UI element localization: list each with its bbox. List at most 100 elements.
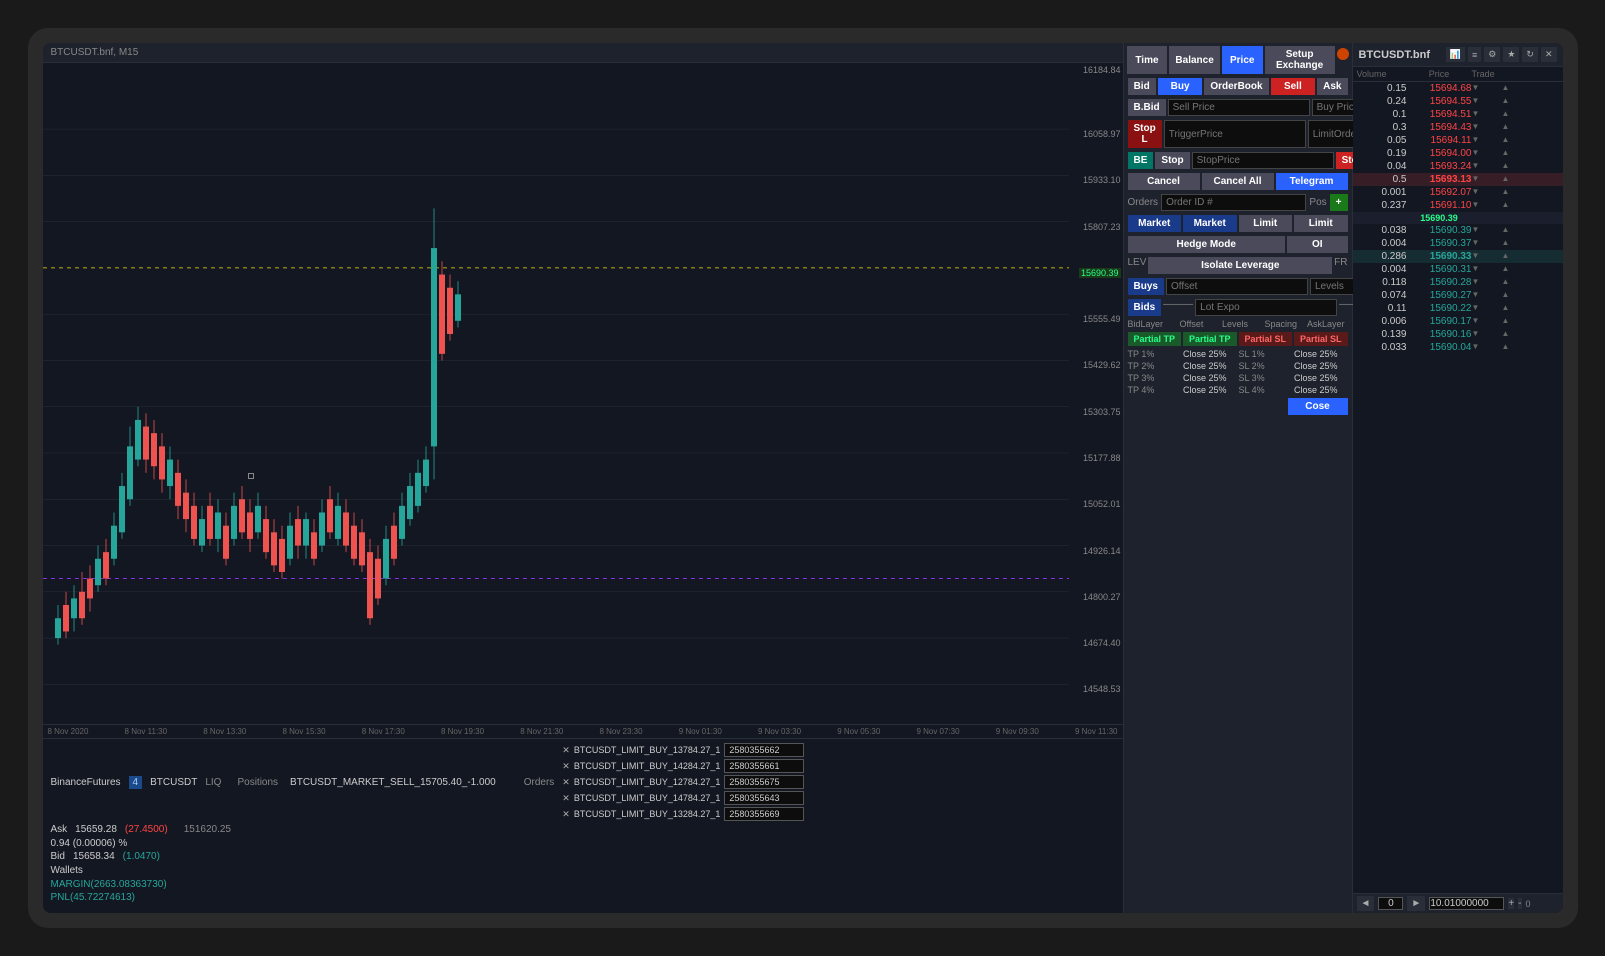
balance-button[interactable]: Balance <box>1169 46 1219 74</box>
ask-row-3[interactable]: 0.3 15694.43 ▼ ▲ <box>1353 121 1563 134</box>
bid-row-6[interactable]: 0.11 15690.22 ▼ ▲ <box>1353 302 1563 315</box>
telegram-button[interactable]: Telegram <box>1276 173 1348 190</box>
ask-row-5[interactable]: 0.19 15694.00 ▼ ▲ <box>1353 147 1563 160</box>
minus-btn[interactable]: - <box>1518 898 1521 909</box>
limit-button-1[interactable]: Limit <box>1239 215 1293 232</box>
order-cancel-3[interactable]: ✕ <box>562 793 570 804</box>
order-cancel-0[interactable]: ✕ <box>562 745 570 756</box>
market-button-1[interactable]: Market <box>1128 215 1182 232</box>
offset2-label: Offset <box>1180 319 1221 329</box>
order-cancel-1[interactable]: ✕ <box>562 761 570 772</box>
ob-star-btn[interactable]: ★ <box>1503 47 1519 62</box>
order-id-input[interactable] <box>1161 194 1306 211</box>
ob-list-btn[interactable]: ≡ <box>1468 47 1481 62</box>
price-row: B.Bid B.Ask <box>1124 97 1352 118</box>
pos-button[interactable]: + <box>1330 194 1348 211</box>
ob-close-btn[interactable]: ✕ <box>1541 47 1557 62</box>
bid-row-1[interactable]: 0.004 15690.37 ▼ ▲ <box>1353 237 1563 250</box>
ask-row-6[interactable]: 0.04 15693.24 ▼ ▲ <box>1353 160 1563 173</box>
plus-btn[interactable]: + <box>1508 898 1514 909</box>
lot-expo-input[interactable] <box>1195 299 1337 316</box>
bid-row-5[interactable]: 0.074 15690.27 ▼ ▲ <box>1353 289 1563 302</box>
sell-button[interactable]: Sell <box>1271 78 1316 95</box>
stop-l-button-1[interactable]: Stop L <box>1128 120 1162 148</box>
col-price: Price <box>1407 69 1472 79</box>
ask-row-7[interactable]: 0.5 15693.13 ▼ ▲ <box>1353 173 1563 186</box>
ask-row-2[interactable]: 0.1 15694.51 ▼ ▲ <box>1353 108 1563 121</box>
cancel-all-button[interactable]: Cancel All <box>1202 173 1274 190</box>
ob-settings-btn[interactable]: ⚙ <box>1484 47 1500 62</box>
nav-left-btn[interactable]: ◄ <box>1357 896 1375 911</box>
lot-input[interactable] <box>1378 897 1403 910</box>
chart-canvas: 16184.84 16058.97 15933.10 15807.23 1569… <box>43 63 1123 724</box>
nav-right-btn[interactable]: ► <box>1407 896 1425 911</box>
isolate-leverage-button[interactable]: Isolate Leverage <box>1148 257 1332 274</box>
offset-input-1[interactable] <box>1166 278 1308 295</box>
spacing2-label: Spacing <box>1265 319 1306 329</box>
ask-vol-9: 0.237 <box>1357 200 1407 211</box>
ob-chart-btn[interactable]: 📊 <box>1446 47 1465 62</box>
bid-vol-1: 0.004 <box>1357 238 1407 249</box>
bid-row-4[interactable]: 0.118 15690.28 ▼ ▲ <box>1353 276 1563 289</box>
price-label-8: 15303.75 <box>1083 407 1121 417</box>
ask-arrow-3: ▼ <box>1472 122 1502 133</box>
bid-row-9[interactable]: 0.033 15690.04 ▼ ▲ <box>1353 341 1563 354</box>
time-button[interactable]: Time <box>1127 46 1168 74</box>
ask-row-4[interactable]: 0.05 15694.11 ▼ ▲ <box>1353 134 1563 147</box>
tp3-label: TP 3% <box>1128 373 1182 383</box>
oi-button[interactable]: OI <box>1287 236 1348 253</box>
trigger-price-input[interactable] <box>1164 120 1306 148</box>
market-button-2[interactable]: Market <box>1183 215 1237 232</box>
partial-tp-2[interactable]: Partial TP <box>1183 332 1237 346</box>
sell-price-input[interactable] <box>1168 99 1310 116</box>
tp1-close: Close 25% <box>1183 349 1237 359</box>
stop-button-1[interactable]: Stop <box>1155 152 1189 169</box>
cancel-button[interactable]: Cancel <box>1128 173 1200 190</box>
order-id-2[interactable] <box>724 775 804 789</box>
bids-button[interactable]: Bids <box>1128 299 1162 316</box>
price-button[interactable]: Price <box>1222 46 1263 74</box>
orderbook-button[interactable]: OrderBook <box>1204 78 1268 95</box>
limit-button-2[interactable]: Limit <box>1294 215 1348 232</box>
bid-button[interactable]: Bid <box>1128 78 1156 95</box>
cose-button[interactable]: Cose <box>1288 398 1348 415</box>
order-cancel-4[interactable]: ✕ <box>562 809 570 820</box>
stop-price-input[interactable] <box>1192 152 1334 169</box>
b-bid-button[interactable]: B.Bid <box>1128 99 1166 116</box>
ask-button[interactable]: Ask <box>1317 78 1347 95</box>
bid-arrow2-9: ▲ <box>1502 342 1532 353</box>
bid-price-9: 15690.04 <box>1407 342 1472 353</box>
order-id-0[interactable] <box>724 743 804 757</box>
hedge-mode-button[interactable]: Hedge Mode <box>1128 236 1286 253</box>
buy-button[interactable]: Buy <box>1158 78 1203 95</box>
ask-row-8[interactable]: 0.001 15692.07 ▼ ▲ <box>1353 186 1563 199</box>
ask-vol-4: 0.05 <box>1357 135 1407 146</box>
partial-tp-1[interactable]: Partial TP <box>1128 332 1182 346</box>
order-id-4[interactable] <box>724 807 804 821</box>
bid-row-2[interactable]: 0.286 15690.33 ▼ ▲ <box>1353 250 1563 263</box>
margin-label: MARGIN(2663.08363730) <box>51 879 167 890</box>
ask-arrow2-5: ▲ <box>1502 148 1532 159</box>
partial-sl-1[interactable]: Partial SL <box>1239 332 1293 346</box>
qty-label: 0 <box>1526 899 1531 909</box>
be-button-1[interactable]: BE <box>1128 152 1154 169</box>
ask-row-0[interactable]: 0.15 15694.68 ▼ ▲ <box>1353 82 1563 95</box>
price-label-6: 15555.49 <box>1083 314 1121 324</box>
ask-row-9[interactable]: 0.237 15691.10 ▼ ▲ <box>1353 199 1563 212</box>
order-id-1[interactable] <box>724 759 804 773</box>
lot-size-input[interactable] <box>1429 897 1504 910</box>
setup-exchange-button[interactable]: Setup Exchange <box>1265 46 1335 74</box>
ob-refresh-btn[interactable]: ↻ <box>1522 47 1538 62</box>
bid-row-8[interactable]: 0.139 15690.16 ▼ ▲ <box>1353 328 1563 341</box>
buys-button[interactable]: Buys <box>1128 278 1164 295</box>
bid-row-0[interactable]: 0.038 15690.39 ▼ ▲ <box>1353 224 1563 237</box>
order-id-3[interactable] <box>724 791 804 805</box>
ask-row-1[interactable]: 0.24 15694.55 ▼ ▲ <box>1353 95 1563 108</box>
time-10: 9 Nov 03:30 <box>758 727 801 736</box>
stop-row: Stop L Stop L <box>1124 118 1352 150</box>
bid-row-7[interactable]: 0.006 15690.17 ▼ ▲ <box>1353 315 1563 328</box>
bid-row-3[interactable]: 0.004 15690.31 ▼ ▲ <box>1353 263 1563 276</box>
order-cancel-2[interactable]: ✕ <box>562 777 570 788</box>
spread-e2 <box>1472 213 1502 223</box>
partial-sl-2[interactable]: Partial SL <box>1294 332 1348 346</box>
